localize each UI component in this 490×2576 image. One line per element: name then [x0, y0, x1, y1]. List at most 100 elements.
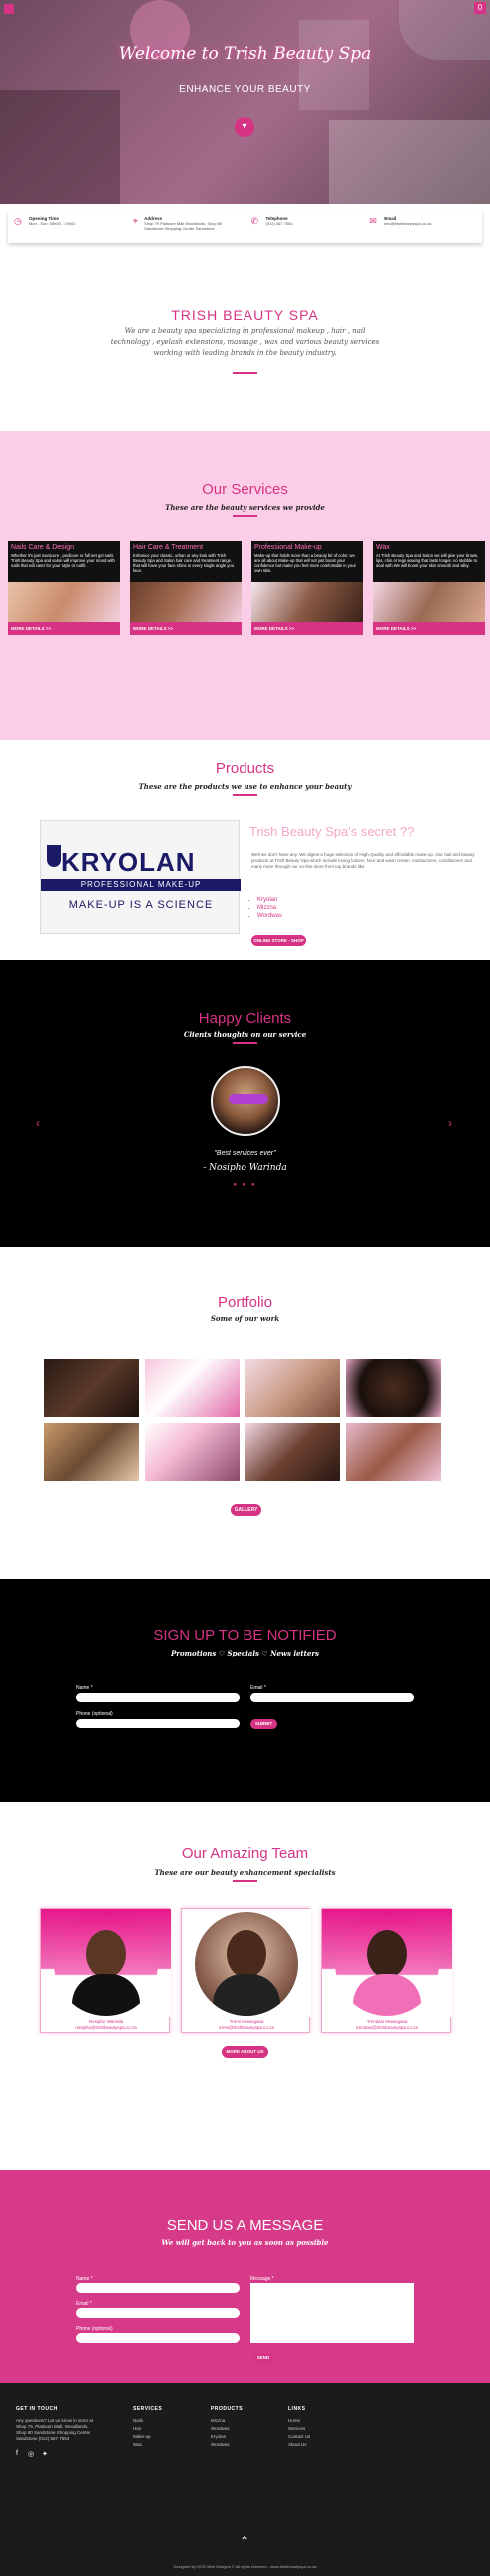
kryolan-shield-icon — [47, 845, 61, 867]
hero-client-left — [0, 90, 120, 204]
message-subtitle: We will get back to you as soon as possi… — [161, 2238, 329, 2247]
message-section: SEND US A MESSAGE We will get back to yo… — [0, 2170, 490, 2383]
team-member-email[interactable]: nosipho@trishbeautyspa.co.za — [41, 2025, 171, 2030]
back-to-top-icon[interactable]: ⌃ — [237, 2534, 252, 2550]
clock-icon: ◷ — [14, 216, 22, 226]
kryolan-logo: KRYOLAN PROFESSIONAL MAKE-UP MAKE-UP IS … — [40, 820, 241, 934]
carousel-dots[interactable]: ● ● ● — [0, 1182, 490, 1188]
footer-link[interactable]: Home — [288, 2418, 300, 2423]
gallery-button[interactable]: GALLERY — [231, 1504, 261, 1516]
portfolio-image[interactable] — [346, 1359, 441, 1417]
divider — [233, 1880, 257, 1882]
carousel-prev-icon[interactable]: ‹ — [36, 1116, 40, 1130]
list-item: Mizzna — [257, 904, 282, 912]
footer-heading: LINKS — [288, 2406, 306, 2412]
more-details-button[interactable]: MORE DETAILS >> — [373, 622, 485, 635]
email-label: Email * — [76, 2301, 92, 2307]
divider — [233, 515, 257, 517]
products-secret-text: Well we don't have any. We digest a huge… — [251, 852, 475, 869]
send-button[interactable]: SEND — [253, 2353, 273, 2363]
info-value[interactable]: info@trishbeautyspa.co.za — [384, 221, 431, 226]
portfolio-title: Portfolio — [217, 1294, 273, 1311]
clients-title: Happy Clients — [198, 1010, 292, 1027]
service-image — [251, 582, 363, 622]
signup-submit-button[interactable]: SUBMIT — [250, 1719, 277, 1729]
service-card-makeup: Professional Make-up Make-up that holds … — [251, 541, 363, 635]
info-bar: ◷ Opening Time Mon - Sun: 08h00 - 19h00 ⌖… — [8, 211, 482, 243]
menu-icon[interactable] — [4, 4, 14, 14]
signup-phone-field[interactable] — [76, 1719, 240, 1728]
portfolio-image[interactable] — [145, 1423, 240, 1481]
facebook-icon[interactable]: f — [16, 2450, 18, 2457]
carousel-next-icon[interactable]: › — [448, 1116, 452, 1130]
services-subtitle: These are the beauty services we provide — [165, 503, 325, 512]
phone-icon: ✆ — [250, 216, 259, 226]
online-store-button[interactable]: ONLINE STORE - SHOP — [251, 935, 306, 946]
service-card-wax: Wax At Trish Beauty Spa and Salon we wil… — [373, 541, 485, 635]
message-email-field[interactable] — [76, 2308, 240, 2318]
products-brand-list: Kryolan Mizzna Wordwas — [257, 896, 282, 920]
footer-link[interactable]: Kryolan — [211, 2434, 226, 2439]
message-name-field[interactable] — [76, 2283, 240, 2293]
info-value[interactable]: (012) 567 7554 — [266, 221, 293, 226]
portfolio-image[interactable] — [44, 1359, 139, 1417]
portfolio-image[interactable] — [44, 1423, 139, 1481]
list-item: Kryolan — [257, 896, 282, 904]
more-details-button[interactable]: MORE DETAILS >> — [130, 622, 242, 635]
hero-table — [329, 120, 490, 204]
portfolio-image[interactable] — [245, 1423, 340, 1481]
signup-email-field[interactable] — [250, 1693, 414, 1702]
footer-link[interactable]: Make-up — [133, 2434, 151, 2439]
footer-link[interactable]: Wordwas — [211, 2442, 230, 2447]
message-title: SEND US A MESSAGE — [166, 2217, 324, 2234]
team-member-name: Tremi Mulungasa — [229, 2019, 264, 2024]
scroll-down-button[interactable]: ▾ — [235, 117, 254, 137]
instagram-icon[interactable]: ◎ — [28, 2450, 34, 2458]
more-about-us-button[interactable]: MORE ABOUT US — [222, 2046, 268, 2058]
portfolio-image[interactable] — [346, 1423, 441, 1481]
service-title: Hair Care & Treatment — [133, 544, 204, 551]
footer-link[interactable]: Contact Us — [288, 2434, 310, 2439]
info-value: Shop 79 Platinum Mall Woodlands, Shop 80… — [144, 221, 223, 231]
info-opening: ◷ Opening Time Mon - Sun: 08h00 - 19h00 — [8, 211, 127, 243]
location-icon: ⌖ — [132, 216, 138, 226]
team-member-email[interactable]: trendasi@trishbeautyspa.co.za — [322, 2025, 452, 2030]
message-textarea[interactable] — [250, 2283, 414, 2343]
team-member-email[interactable]: tremi@trishbeautyspa.co.za — [182, 2025, 311, 2030]
service-text: Whether it's just manicure , pedicure or… — [11, 553, 115, 568]
hero-title: Welcome to Trish Beauty Spa — [118, 44, 372, 64]
cart-icon[interactable]: 0 — [474, 2, 486, 14]
service-image — [130, 582, 242, 622]
footer-link[interactable]: Wordwas — [211, 2426, 230, 2431]
signup-name-field[interactable] — [76, 1693, 240, 1702]
signup-title: SIGN UP TO BE NOTIFIED — [153, 1627, 337, 1644]
team-body — [213, 1974, 280, 2016]
portfolio-image[interactable] — [145, 1359, 240, 1417]
team-title: Our Amazing Team — [181, 1845, 309, 1862]
footer-link[interactable]: Mizzna — [211, 2418, 225, 2423]
message-phone-field[interactable] — [76, 2333, 240, 2343]
info-value: Mon - Sun: 08h00 - 19h00 — [29, 221, 76, 226]
clients-subtitle: Clients thoughts on our service — [183, 1030, 307, 1039]
team-card: Trendasi Mulungasa trendasi@trishbeautys… — [321, 1908, 452, 2033]
twitter-icon[interactable]: ✦ — [42, 2450, 48, 2458]
client-quote: "Best services ever" — [214, 1150, 276, 1157]
service-image — [373, 582, 485, 622]
team-face — [86, 1930, 126, 1978]
footer-link[interactable]: About Us — [288, 2442, 307, 2447]
footer-link[interactable]: Hair — [133, 2426, 141, 2431]
team-body — [72, 1974, 140, 2016]
footer-link[interactable]: Nails — [133, 2418, 143, 2423]
message-label: Message * — [250, 2276, 274, 2282]
divider — [233, 794, 257, 796]
mail-icon: ✉ — [369, 216, 377, 226]
portfolio-image[interactable] — [245, 1359, 340, 1417]
service-text: Enhance your classic, urban or any look … — [133, 553, 235, 573]
footer-heading: GET IN TOUCH — [16, 2406, 58, 2412]
copyright: Designed by OCR Web Designs © All rights… — [173, 2564, 317, 2569]
footer-link[interactable]: Services — [288, 2426, 305, 2431]
about-title: TRISH BEAUTY SPA — [171, 307, 319, 323]
more-details-button[interactable]: MORE DETAILS >> — [251, 622, 363, 635]
more-details-button[interactable]: MORE DETAILS >> — [8, 622, 120, 635]
footer-link[interactable]: Wax — [133, 2442, 142, 2447]
